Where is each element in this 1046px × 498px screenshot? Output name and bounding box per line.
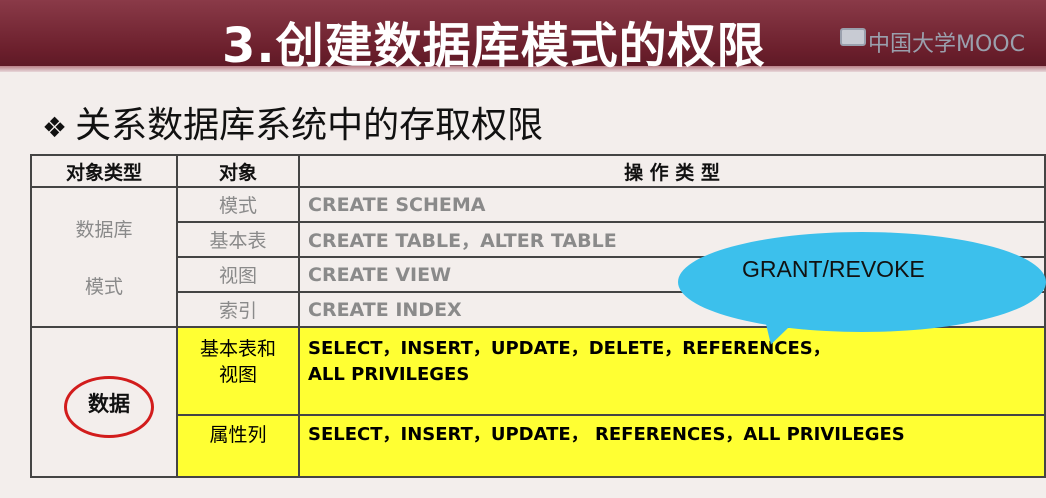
section-heading: ❖ 关系数据库系统中的存取权限 <box>42 96 543 148</box>
operation-line: SELECT，INSERT，UPDATE，DELETE，REFERENCES， <box>308 338 831 359</box>
object-type-data-label: 数据 <box>88 392 130 416</box>
object-type-line: 模式 <box>84 276 123 298</box>
operation-cell-highlight: SELECT，INSERT，UPDATE，DELETE，REFERENCES， … <box>298 326 1046 416</box>
operation-cell-highlight: SELECT，INSERT，UPDATE， REFERENCES，ALL PRI… <box>298 414 1046 478</box>
object-line: 基本表和 <box>199 338 276 360</box>
diamond-bullet-icon: ❖ <box>42 111 68 144</box>
table-header-row: 对象类型 对象 操 作 类 型 <box>30 154 1046 188</box>
table-row: 基本表和 视图 SELECT，INSERT，UPDATE，DELETE，REFE… <box>30 326 1046 478</box>
table-row: 属性列 SELECT，INSERT，UPDATE， REFERENCES，ALL… <box>31 414 1046 478</box>
header-object: 对象 <box>176 154 300 188</box>
object-cell-highlight: 基本表和 视图 <box>176 326 300 416</box>
object-line: 视图 <box>218 364 257 386</box>
object-cell: 基本表 <box>176 221 300 258</box>
watermark: 中国大学MOOC <box>868 32 1025 57</box>
operation-line: ALL PRIVILEGES <box>308 364 470 385</box>
callout-text: GRANT/REVOKE <box>742 256 925 282</box>
object-cell: 模式 <box>176 186 300 223</box>
table-row: 数据库 模式 模式 CREATE SCHEMA <box>30 186 1046 328</box>
header-operation-type: 操 作 类 型 <box>298 154 1046 188</box>
section-heading-text: 关系数据库系统中的存取权限 <box>75 105 544 146</box>
object-cell: 索引 <box>176 291 300 328</box>
mooc-logo-icon <box>840 28 866 46</box>
operation-cell: CREATE SCHEMA <box>298 186 1046 223</box>
object-cell-highlight: 属性列 <box>176 414 300 478</box>
slide-title: 3.创建数据库模式的权限 <box>222 18 766 74</box>
object-cell: 视图 <box>176 256 300 293</box>
object-type-line: 数据库 <box>75 219 133 241</box>
object-type-db-schema: 数据库 模式 <box>30 186 178 328</box>
header-object-type: 对象类型 <box>30 154 178 188</box>
